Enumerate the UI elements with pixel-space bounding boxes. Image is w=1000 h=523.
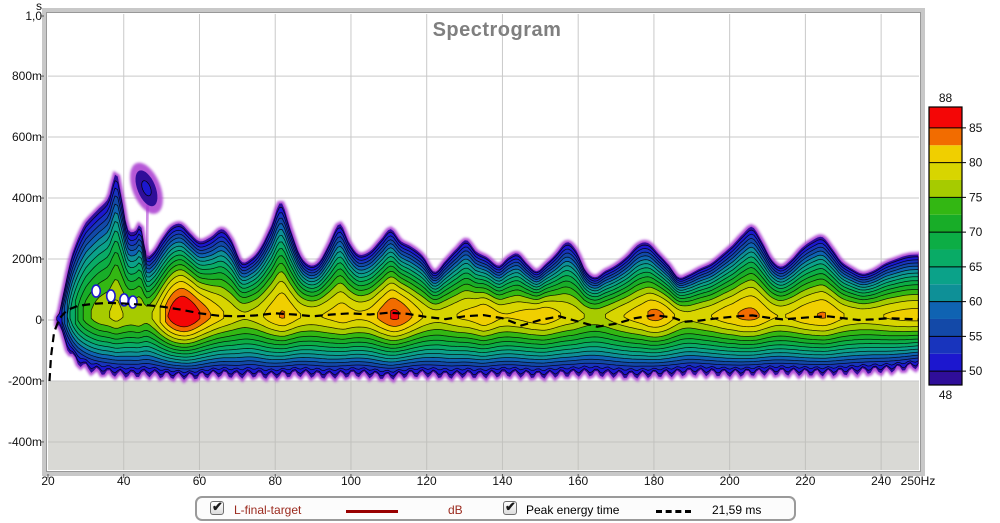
colorbar-tick-label: 65 [969,260,983,274]
colorbar-band-57.5 [929,302,962,319]
colorbar-band-72.5 [929,197,962,214]
colorbar-band-77.5 [929,163,962,180]
legend-bar: L-final-target dB Peak energy time 21,59… [195,496,796,521]
colorbar-tick-label: 60 [969,295,983,309]
colorbar-band-85 [929,107,962,128]
excluded-region [48,381,919,470]
colorbar-band-48 [929,371,962,385]
colorbar-band-75 [929,180,962,197]
colorbar-band-55 [929,319,962,336]
peak-energy-value: 21,59 ms [712,503,761,517]
colorbar-tick-label: 80 [969,156,983,170]
peak-energy-visibility-checkbox[interactable] [503,501,517,515]
colorbar-max-label: 88 [939,91,953,105]
y-tick-label: 400m [12,191,42,205]
y-tick-label: 600m [12,130,42,144]
trace-label: L-final-target [234,503,301,517]
trace-unit-label: dB [448,503,463,517]
trace-visibility-checkbox[interactable] [210,501,224,515]
colorbar-band-70 [929,215,962,232]
y-tick-label: 800m [12,69,42,83]
colorbar-tick-label: 50 [969,364,983,378]
colorbar-band-60 [929,284,962,301]
trace-line-sample [346,510,398,513]
peak-energy-label: Peak energy time [526,503,619,517]
contour-void [107,290,115,302]
colorbar-min-label: 48 [939,388,953,402]
colorbar-band-67.5 [929,232,962,249]
x-axis-end-label: 250Hz [901,474,936,488]
colorbar-band-80 [929,145,962,162]
colorbar-band-50 [929,354,962,371]
y-tick-label: -200m [8,374,42,388]
contour-void [129,296,137,308]
colorbar-band-82.5 [929,128,962,145]
colorbar-band-65 [929,249,962,266]
spectrogram-canvas: s1,0800m600m400m200m0-200m-400m204060801… [0,0,1000,523]
spectrogram-window: s1,0800m600m400m200m0-200m-400m204060801… [0,0,1000,523]
y-tick-label: -400m [8,435,42,449]
colorbar-tick-label: 85 [969,121,983,135]
y-tick-label: 200m [12,252,42,266]
colorbar-tick-label: 75 [969,190,983,204]
colorbar-tick-label: 70 [969,225,983,239]
colorbar-tick-label: 55 [969,329,983,343]
colorbar-band-62.5 [929,267,962,284]
peak-energy-line-sample [656,510,691,513]
colorbar-band-52.5 [929,336,962,353]
contour-void [92,285,100,297]
y-tick-label: 1,0 [25,9,42,23]
